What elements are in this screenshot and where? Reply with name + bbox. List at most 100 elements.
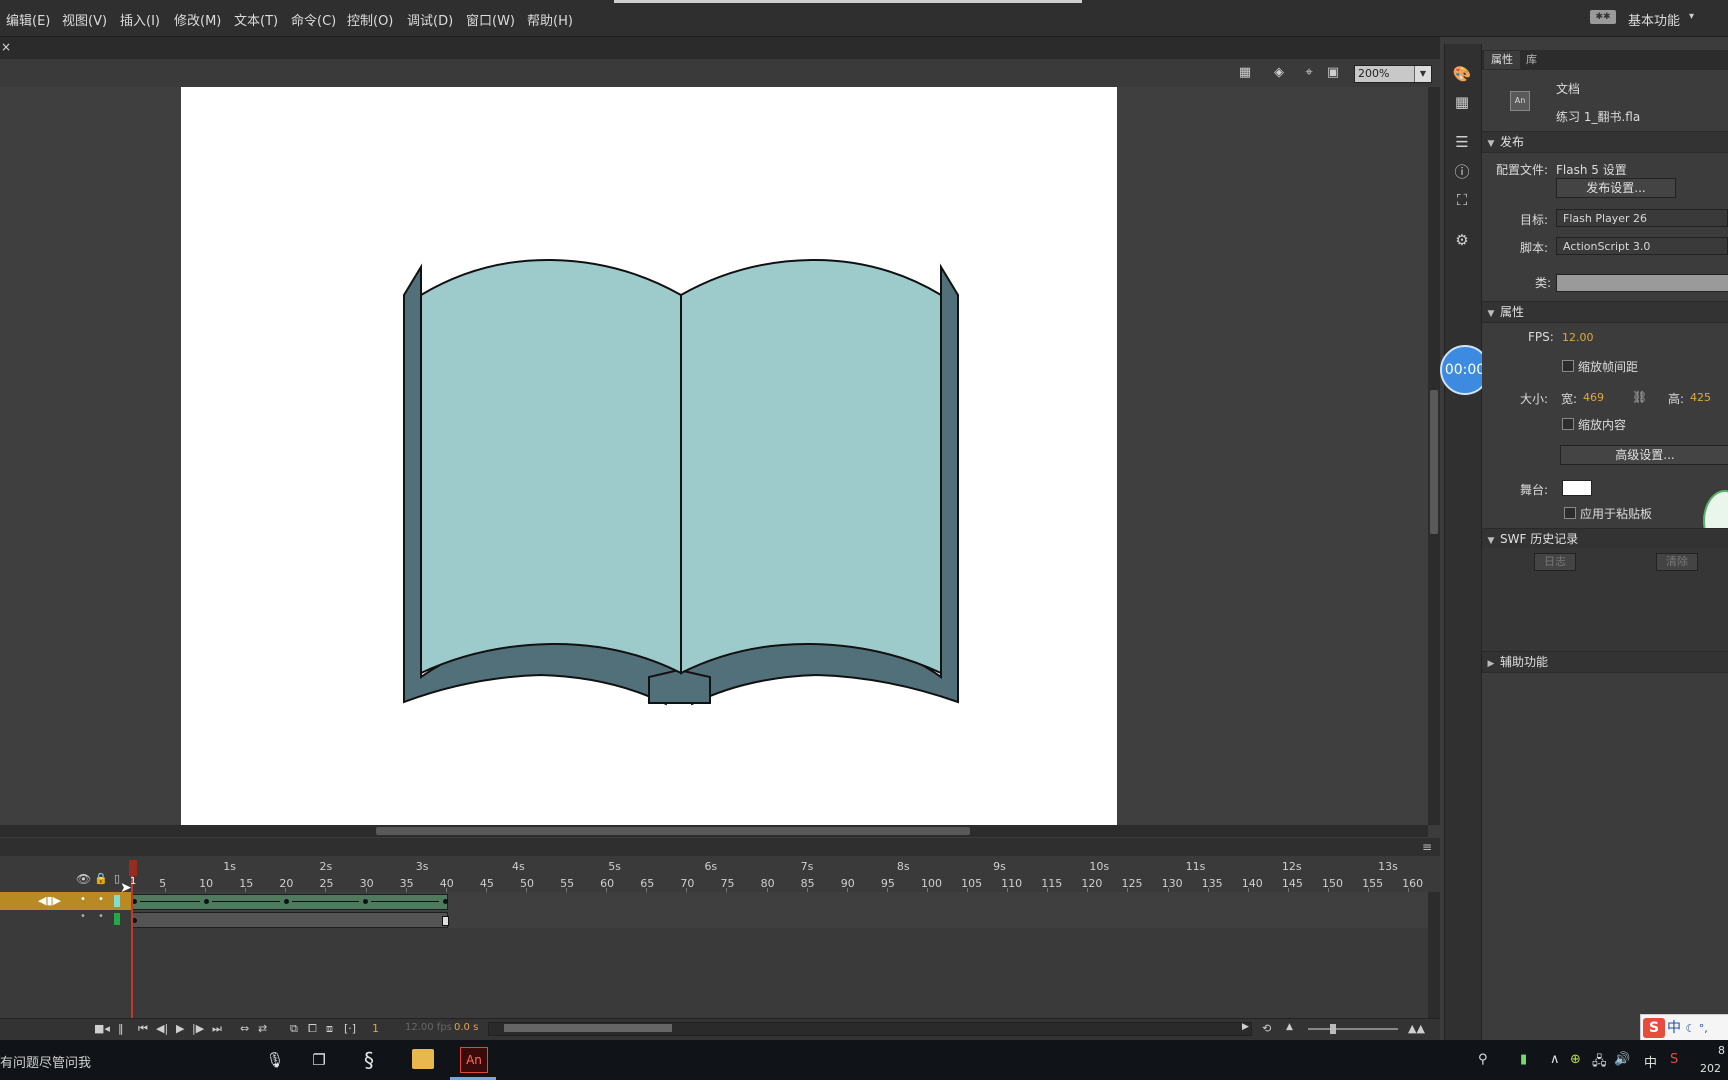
- layer-visible-dot-icon[interactable]: •: [80, 911, 86, 922]
- ruler-second-label[interactable]: 3s: [416, 860, 429, 873]
- onion-markers-icon[interactable]: [·]: [344, 1022, 356, 1035]
- fps-value[interactable]: 12.00: [1562, 331, 1594, 344]
- section-swf-history[interactable]: ▼ SWF 历史记录: [1482, 528, 1728, 550]
- ruler-frame-number[interactable]: 145: [1282, 877, 1303, 890]
- ruler-frame-number[interactable]: 35: [400, 877, 414, 890]
- layer-nav-arrows-icon[interactable]: ◀▮▶: [38, 894, 61, 907]
- ruler-second-label[interactable]: 10s: [1089, 860, 1109, 873]
- panel-menu-icon[interactable]: ≡: [1422, 840, 1432, 854]
- frame-zoom-slider[interactable]: [1308, 1028, 1398, 1030]
- ruler-second-label[interactable]: 7s: [801, 860, 814, 873]
- scroll-right-icon[interactable]: ▶: [1242, 1022, 1249, 1032]
- menu-debug[interactable]: 调试(D): [407, 10, 453, 29]
- ruler-frame-number[interactable]: 45: [480, 877, 494, 890]
- ruler-frame-number[interactable]: 85: [801, 877, 815, 890]
- ruler-frame-number[interactable]: 125: [1121, 877, 1142, 890]
- go-last-frame-icon[interactable]: ⏭: [212, 1022, 222, 1036]
- ruler-second-label[interactable]: 6s: [704, 860, 717, 873]
- ruler-second-label[interactable]: 13s: [1378, 860, 1398, 873]
- center-frame-icon[interactable]: ⇄: [258, 1022, 267, 1035]
- clock-date[interactable]: 202: [1700, 1062, 1721, 1075]
- section-publish[interactable]: ▼ 发布: [1482, 131, 1728, 153]
- ruler-frame-number[interactable]: 115: [1041, 877, 1062, 890]
- apply-pasteboard-checkbox[interactable]: [1564, 507, 1576, 519]
- ruler-frame-number[interactable]: 10: [199, 877, 213, 890]
- edit-multiple-frames-icon[interactable]: ⧈: [326, 1022, 333, 1036]
- tray-app-icon[interactable]: ⊕: [1570, 1052, 1581, 1067]
- menu-view[interactable]: 视图(V): [62, 10, 107, 29]
- menu-control[interactable]: 控制(O): [347, 10, 393, 29]
- width-value[interactable]: 469: [1583, 391, 1604, 404]
- menu-help[interactable]: 帮助(H): [527, 10, 573, 29]
- status-fps[interactable]: 12.00 fps: [405, 1022, 452, 1033]
- ruler-frame-number[interactable]: 150: [1322, 877, 1343, 890]
- ime-language[interactable]: 中: [1667, 1020, 1681, 1036]
- ruler-second-label[interactable]: 9s: [993, 860, 1006, 873]
- battery-icon[interactable]: ▮: [1520, 1052, 1527, 1067]
- stage-horizontal-scroll-thumb[interactable]: [376, 827, 970, 835]
- ruler-frame-number[interactable]: 25: [319, 877, 333, 890]
- stage-color-swatch[interactable]: [1562, 480, 1592, 496]
- clip-content-icon[interactable]: ▣: [1324, 66, 1342, 80]
- ime-toolbar[interactable]: S中 ☾ °,: [1640, 1014, 1728, 1042]
- info-icon[interactable]: ⓘ: [1451, 162, 1473, 182]
- zoom-out-icon[interactable]: ▲: [1286, 1022, 1293, 1032]
- step-forward-icon[interactable]: |▶: [192, 1022, 204, 1035]
- network-icon[interactable]: 🖧: [1592, 1052, 1607, 1074]
- layer-visible-dot-icon[interactable]: •: [80, 894, 86, 905]
- ruler-frame-number[interactable]: 160: [1402, 877, 1423, 890]
- link-dimensions-icon[interactable]: ⛓: [1632, 390, 1647, 404]
- file-explorer-icon[interactable]: [412, 1049, 434, 1069]
- swatches-grid-icon[interactable]: ▦: [1451, 92, 1473, 112]
- volume-icon[interactable]: 🔊: [1614, 1052, 1630, 1067]
- swf-log-button[interactable]: 日志: [1534, 553, 1576, 571]
- step-back-icon[interactable]: ◀|: [156, 1022, 168, 1035]
- tray-language[interactable]: 中: [1644, 1052, 1657, 1071]
- ruler-second-label[interactable]: 2s: [319, 860, 332, 873]
- ruler-frame-number[interactable]: 65: [640, 877, 654, 890]
- clapper-icon[interactable]: ▦: [1236, 66, 1254, 80]
- ruler-frame-number[interactable]: 90: [841, 877, 855, 890]
- eye-icon[interactable]: 👁: [76, 872, 91, 886]
- menu-edit[interactable]: 编辑(E): [6, 10, 50, 29]
- ruler-frame-number[interactable]: 20: [279, 877, 293, 890]
- dropdown-arrow-icon[interactable]: ▼: [1414, 66, 1431, 82]
- menu-window[interactable]: 窗口(W): [466, 10, 515, 29]
- ruler-frame-number[interactable]: 75: [720, 877, 734, 890]
- ruler-frame-number[interactable]: 100: [921, 877, 942, 890]
- align-icon[interactable]: ☰: [1451, 132, 1473, 152]
- people-icon[interactable]: ⚲: [1478, 1052, 1488, 1067]
- stage[interactable]: [181, 87, 1117, 825]
- ruler-frame-number[interactable]: 60: [600, 877, 614, 890]
- ruler-frame-number[interactable]: 30: [360, 877, 374, 890]
- refresh-icon[interactable]: ⟲: [1262, 1022, 1271, 1035]
- static-frame-span[interactable]: [132, 912, 448, 928]
- color-palette-icon[interactable]: 🎨: [1451, 64, 1473, 84]
- tray-ime-icon[interactable]: S: [1670, 1052, 1678, 1067]
- center-stage-icon[interactable]: ⌖: [1300, 66, 1318, 80]
- tab-properties[interactable]: 属性: [1484, 51, 1520, 69]
- stage-vertical-scroll-thumb[interactable]: [1430, 390, 1438, 534]
- target-select[interactable]: Flash Player 26: [1556, 209, 1728, 227]
- ruler-frame-number[interactable]: 95: [881, 877, 895, 890]
- scale-spans-checkbox[interactable]: [1562, 360, 1574, 372]
- ruler-frame-number[interactable]: 55: [560, 877, 574, 890]
- ruler-frame-number[interactable]: 105: [961, 877, 982, 890]
- menu-insert[interactable]: 插入(I): [120, 10, 160, 29]
- keyframe[interactable]: [284, 899, 289, 904]
- taskbar-search-box[interactable]: 有问题尽管问我: [0, 1052, 91, 1071]
- swf-clear-button[interactable]: 清除: [1656, 553, 1698, 571]
- timeline-vertical-scrollbar[interactable]: [1428, 892, 1440, 1018]
- ruler-second-label[interactable]: 12s: [1282, 860, 1302, 873]
- book-drawing[interactable]: [181, 87, 1117, 825]
- edit-symbols-icon[interactable]: ◈: [1270, 66, 1288, 80]
- components-icon[interactable]: ⚙: [1451, 230, 1473, 250]
- clock-time[interactable]: 8: [1718, 1044, 1725, 1057]
- camera-icon[interactable]: ■◂: [94, 1022, 110, 1035]
- close-tab-icon[interactable]: ×: [1, 40, 11, 54]
- status-frame[interactable]: 1: [372, 1022, 379, 1035]
- status-time[interactable]: 0.0 s: [454, 1022, 478, 1033]
- task-view-icon[interactable]: ❐: [306, 1048, 332, 1072]
- ruler-frame-number[interactable]: 155: [1362, 877, 1383, 890]
- advanced-settings-button[interactable]: 高级设置...: [1560, 445, 1728, 465]
